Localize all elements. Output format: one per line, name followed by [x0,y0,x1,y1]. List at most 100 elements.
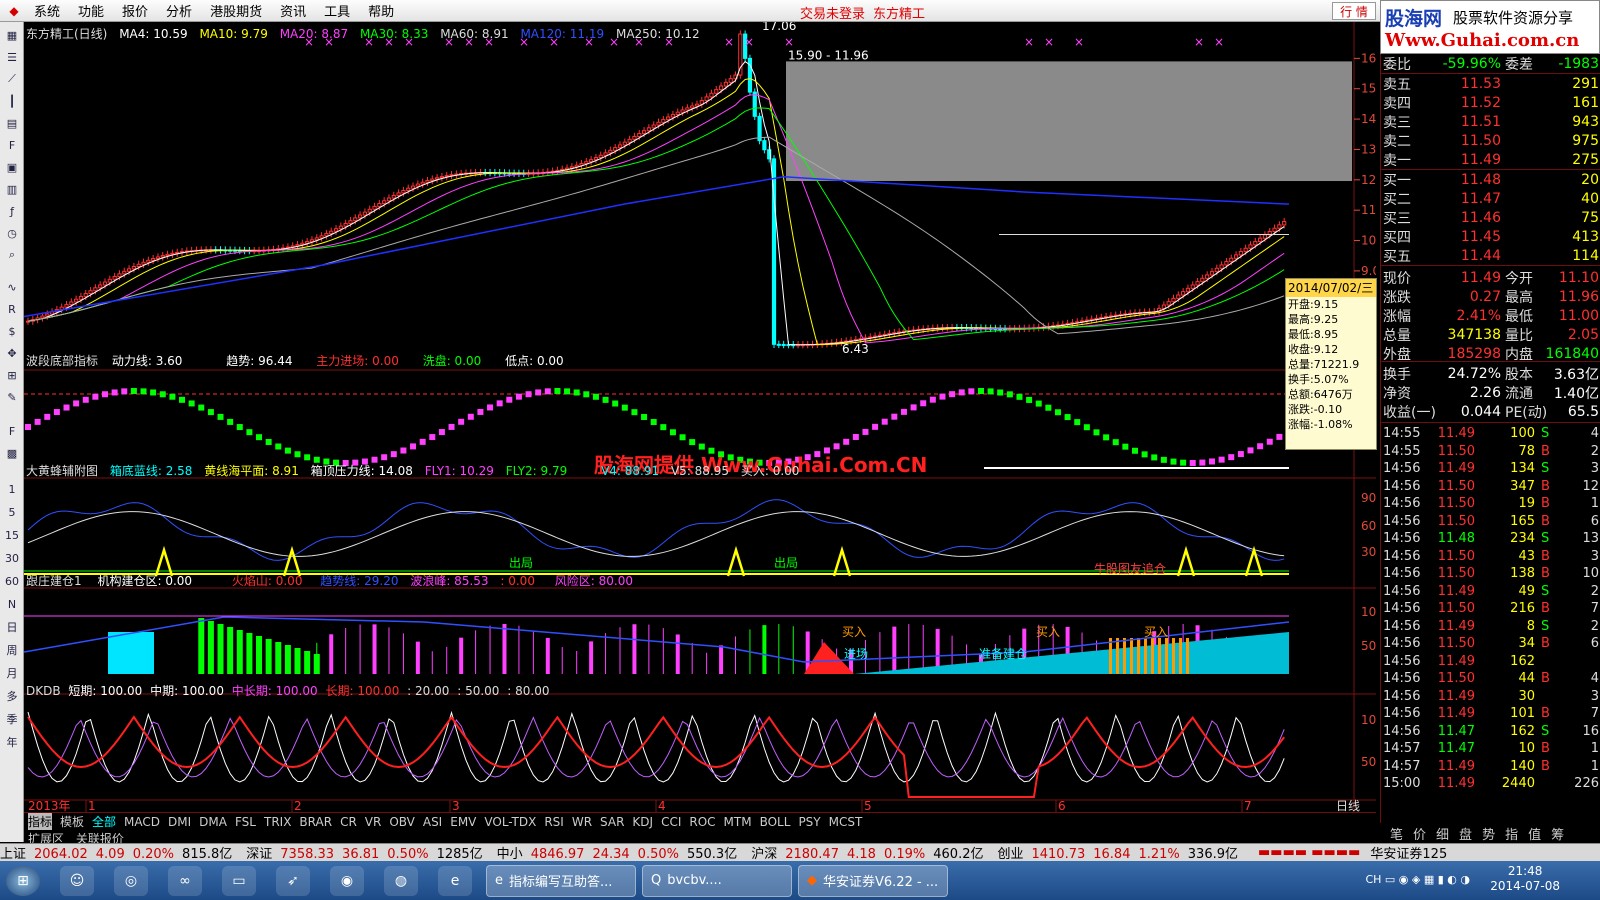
clock-icon[interactable]: ◷ [2,224,22,242]
indicator-tab[interactable]: BRAR [299,815,332,829]
period-week[interactable]: 周 [2,641,22,659]
ie-icon[interactable]: e [438,865,472,896]
qq-icon[interactable]: ☺ [60,865,94,896]
tray-icons[interactable]: ▭ ◉ ◈ ▦ ▮ ◐ ◑ [1385,873,1470,886]
folder-icon[interactable]: ▭ [222,865,256,896]
tick-time: 14:56 [1383,478,1421,494]
task-huaan[interactable]: ◆ 华安证券V6.22 - ... [798,864,948,897]
formula-icon[interactable]: ƒ [2,202,22,220]
indicator-tab[interactable]: MACD [124,815,160,829]
notes-icon[interactable]: ▥ [2,180,22,198]
indicator-tab[interactable]: DMA [199,815,227,829]
indicator-tab[interactable]: PSY [798,815,820,829]
kline-icon[interactable]: ┃ [2,92,22,110]
indicator-tab[interactable]: VOL-TDX [484,815,536,829]
indicator-tab[interactable]: RSI [544,815,564,829]
menu-function[interactable]: 功能 [78,1,104,20]
indicator-tab[interactable]: BOLL [760,815,791,829]
image-icon[interactable]: ▩ [2,444,22,462]
ind1-bar [968,388,975,395]
zoom-icon[interactable]: ⊞ [2,366,22,384]
menu-analysis[interactable]: 分析 [166,1,192,20]
quote-tab[interactable]: 值 [1528,824,1541,843]
tick-side: B [1541,741,1550,756]
indicator-tab[interactable]: 指标 [28,813,53,830]
link-icon[interactable]: ∞ [168,865,202,896]
period-30min[interactable]: 30 [2,549,22,567]
chrome-icon[interactable]: ◉ [330,865,364,896]
start-button-icon[interactable]: ⊞ [6,865,40,896]
table-icon[interactable]: ▤ [2,114,22,132]
period-15min[interactable]: 15 [2,526,22,544]
quote-button[interactable]: 行 情 [1332,2,1376,20]
tick-price: 11.50 [1437,671,1475,686]
index-item[interactable]: 沪深 2180.47 4.18 0.19% 460.2亿 [751,843,991,862]
globe-icon[interactable]: ◍ [384,865,418,896]
indicator-tab[interactable]: ASI [423,815,442,829]
period-quarter[interactable]: 季 [2,710,22,728]
indicator-tab[interactable]: KDJ [632,815,653,829]
taskbar-clock[interactable]: 21:48 2014-07-08 [1490,864,1560,894]
quote-tab[interactable]: 笔 [1390,824,1403,843]
menu-hk-futures[interactable]: 港股期货 [210,1,262,20]
dollar-icon[interactable]: $ [2,322,22,340]
period-n[interactable]: N [2,595,22,613]
index-item[interactable]: 上证 2064.02 4.09 0.20% 815.8亿 [0,843,240,862]
indicator-tab[interactable]: TRIX [264,815,291,829]
feather-icon[interactable]: ➶ [276,865,310,896]
pencil-icon[interactable]: ✎ [2,388,22,406]
indicator-tab[interactable]: 模板 [60,813,84,830]
grid-icon[interactable]: ▦ [2,26,22,44]
list-icon[interactable]: ☰ [2,48,22,66]
menu-system[interactable]: 系统 [34,1,60,20]
indicator-tab[interactable]: CCI [661,815,681,829]
period-year[interactable]: 年 [2,733,22,751]
menu-news[interactable]: 资讯 [280,1,306,20]
period-5min[interactable]: 5 [2,503,22,521]
quote-tab[interactable]: 势 [1482,824,1495,843]
indicator-tab[interactable]: OBV [389,815,415,829]
line-chart-icon[interactable]: ⟋ [2,70,22,88]
indicator-tab[interactable]: DMI [168,815,191,829]
indicator-tab[interactable]: FSL [235,815,256,829]
menu-help[interactable]: 帮助 [368,1,394,20]
indicator-tab[interactable]: MTM [724,815,752,829]
period-60min[interactable]: 60 [2,572,22,590]
menu-tools[interactable]: 工具 [324,1,350,20]
indicator-tab[interactable]: VR [365,815,382,829]
indicator-tab[interactable]: EMV [450,815,476,829]
period-1min[interactable]: 1 [2,480,22,498]
indicator-tab[interactable]: ROC [689,815,715,829]
index-item[interactable]: 创业 1410.73 16.84 1.21% 336.9亿 [997,843,1246,862]
wave-icon[interactable]: ∿ [2,278,22,296]
period-month[interactable]: 月 [2,664,22,682]
quote-tab[interactable]: 细 [1436,824,1449,843]
task-indicator-help[interactable]: e 指标编写互助答... [486,864,636,897]
ind1-bar [852,433,859,440]
quote-tab[interactable]: 盘 [1459,824,1472,843]
rsi-icon[interactable]: R [2,300,22,318]
search-app-icon[interactable]: ◎ [114,865,148,896]
indicator-tab[interactable]: SAR [600,815,624,829]
move-icon[interactable]: ✥ [2,344,22,362]
task-qt[interactable]: Qbvcbv.... [642,864,792,897]
indicator-tab[interactable]: MCST [829,815,863,829]
report-icon[interactable]: ▣ [2,158,22,176]
trade-login-status[interactable]: 交易未登录 [800,3,865,22]
menu-quote[interactable]: 报价 [122,1,148,20]
magnifier-icon[interactable]: ⌕ [2,246,22,264]
f5-icon[interactable]: F [2,422,22,440]
quote-panel: 委比 -59.96% 委差 -1983 卖五 11.53 291 卖四 11.52 161 卖三 11… [1380,54,1600,842]
index-item[interactable]: 中小 4846.97 24.34 0.50% 550.3亿 [497,843,746,862]
period-day[interactable]: 日 [2,618,22,636]
ime-indicator[interactable]: CH [1365,873,1381,886]
f10-icon[interactable]: F [2,136,22,154]
quote-tab[interactable]: 筹 [1551,824,1564,843]
index-item[interactable]: 深证 7358.33 36.81 0.50% 1285亿 [246,843,490,862]
indicator-tab[interactable]: WR [572,815,592,829]
indicator-tab[interactable]: 全部 [92,813,116,830]
period-multi[interactable]: 多 [2,687,22,705]
quote-tab[interactable]: 价 [1413,824,1426,843]
quote-tab[interactable]: 指 [1505,824,1518,843]
indicator-tab[interactable]: CR [340,815,357,829]
